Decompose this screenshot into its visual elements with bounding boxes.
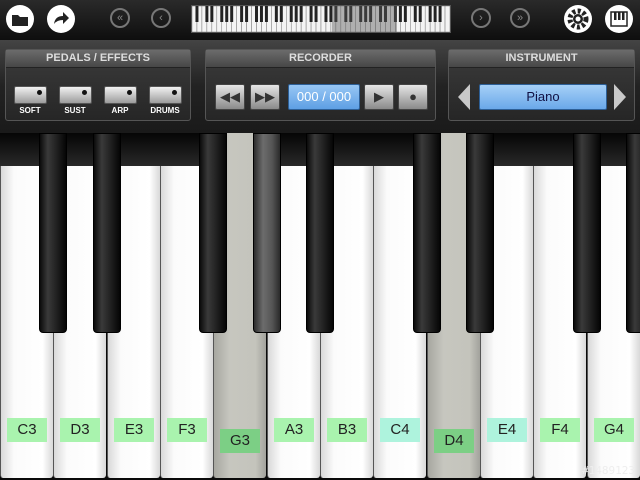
recorder-record-button[interactable]: ● [398, 84, 428, 110]
piano-keyboard: C3 D3 E3 F3 G3 A3 B3 C4 D4 E4 F4 G4 [0, 133, 640, 480]
previous-instrument-arrow-icon[interactable] [458, 84, 470, 110]
soft-pedal-button[interactable] [14, 86, 47, 104]
black-key-g-sharp3[interactable] [253, 133, 281, 333]
drums-label: DRUMS [150, 106, 180, 115]
mini-keyboard-keys [192, 6, 450, 32]
piano-keys-icon[interactable] [604, 4, 634, 34]
recorder-panel-title: RECORDER [206, 50, 435, 68]
soft-pedal-label: SOFT [19, 106, 41, 115]
arp-label: ARP [111, 106, 129, 115]
next-instrument-arrow-icon[interactable] [614, 84, 626, 110]
watermark-id: #1489123 [582, 464, 635, 477]
mini-keyboard-viewport[interactable] [332, 6, 397, 32]
gear-icon[interactable] [563, 4, 593, 34]
note-label: D3 [60, 418, 100, 442]
black-key-d-sharp3[interactable] [93, 133, 121, 333]
recorder-rewind-button[interactable]: ◀◀ [215, 84, 245, 110]
note-label: C4 [380, 418, 420, 442]
sustain-pedal-label: SUST [64, 106, 86, 115]
note-label: G3 [220, 429, 260, 453]
control-panels: PEDALS / EFFECTS SOFT SUST ARP DRUMS REC… [0, 40, 640, 133]
black-key-c-sharp3[interactable] [39, 133, 67, 333]
recorder-counter: 000 / 000 [288, 84, 360, 110]
note-label: F3 [167, 418, 207, 442]
recorder-forward-button[interactable]: ▶▶ [250, 84, 280, 110]
pedals-effects-panel: PEDALS / EFFECTS SOFT SUST ARP DRUMS [5, 49, 191, 121]
top-toolbar: « ‹ › » [0, 0, 640, 40]
note-label: B3 [327, 418, 367, 442]
double-chevron-right-icon[interactable]: » [510, 8, 530, 28]
note-label: D4 [434, 429, 474, 453]
black-key-a-sharp3[interactable] [306, 133, 334, 333]
recorder-panel: RECORDER ◀◀ ▶▶ 000 / 000 ▶ ● [205, 49, 436, 121]
note-label: C3 [7, 418, 47, 442]
black-key-d-sharp4[interactable] [466, 133, 494, 333]
pedals-panel-title: PEDALS / EFFECTS [6, 50, 190, 68]
black-key-f-sharp3[interactable] [199, 133, 227, 333]
note-label: A3 [274, 418, 314, 442]
chevron-right-icon[interactable]: › [471, 8, 491, 28]
instrument-panel-title: INSTRUMENT [449, 50, 634, 68]
instrument-selector[interactable]: Piano [479, 84, 607, 110]
sustain-pedal-button[interactable] [59, 86, 92, 104]
black-key-g-sharp4[interactable] [626, 133, 640, 333]
black-key-c-sharp4[interactable] [413, 133, 441, 333]
black-key-f-sharp4[interactable] [573, 133, 601, 333]
mini-keyboard-navigator[interactable] [191, 5, 451, 33]
note-label: E4 [487, 418, 527, 442]
arp-button[interactable] [104, 86, 137, 104]
note-label: G4 [594, 418, 634, 442]
drums-button[interactable] [149, 86, 182, 104]
recorder-play-button[interactable]: ▶ [364, 84, 394, 110]
instrument-panel: INSTRUMENT Piano [448, 49, 635, 121]
double-chevron-left-icon[interactable]: « [110, 8, 130, 28]
share-icon[interactable] [46, 4, 76, 34]
note-label: F4 [540, 418, 580, 442]
folder-icon[interactable] [5, 4, 35, 34]
note-label: E3 [114, 418, 154, 442]
chevron-left-icon[interactable]: ‹ [151, 8, 171, 28]
